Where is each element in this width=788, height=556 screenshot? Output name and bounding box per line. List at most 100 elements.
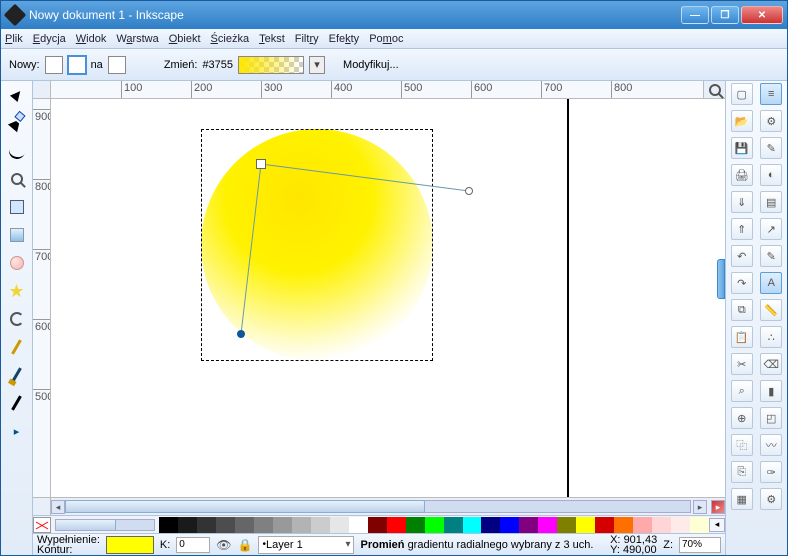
apply-fill-button[interactable] [108, 56, 126, 74]
prefs-button[interactable]: ⚙ [760, 488, 782, 510]
gradient-focus-handle[interactable] [237, 330, 245, 338]
new-doc-button[interactable]: ▢ [731, 83, 753, 105]
connector-button[interactable]: ↗ [760, 218, 782, 240]
palette-swatch[interactable] [178, 517, 197, 533]
ellipse-tool[interactable] [5, 251, 29, 275]
opacity-input[interactable] [176, 537, 210, 553]
palette-swatch[interactable] [576, 517, 595, 533]
palette-swatch[interactable] [368, 517, 387, 533]
redo-button[interactable]: ↷ [731, 272, 753, 294]
palette-swatch[interactable] [254, 517, 273, 533]
group-button[interactable]: ▦ [731, 488, 753, 510]
copy-button[interactable]: ⧉ [731, 299, 753, 321]
canvas[interactable] [51, 99, 725, 497]
save-button[interactable]: 💾 [731, 137, 753, 159]
find-button[interactable]: ⌕ [731, 380, 753, 402]
fill-swatch[interactable] [106, 536, 154, 554]
duplicate-button[interactable]: ⿻ [731, 434, 753, 456]
menu-text[interactable]: Tekst [259, 33, 285, 45]
dropper-button[interactable]: ✎ [760, 245, 782, 267]
menu-effects[interactable]: Efekty [329, 33, 360, 45]
menu-filters[interactable]: Filtry [295, 33, 319, 45]
palette-swatch[interactable] [330, 517, 349, 533]
menu-file[interactable]: Plik [5, 33, 23, 45]
export-button[interactable]: ⇑ [731, 218, 753, 240]
visibility-icon[interactable]: 👁 [216, 538, 231, 552]
clone-button[interactable]: ⎘ [731, 461, 753, 483]
xml-editor-button[interactable]: ≡ [760, 83, 782, 105]
palette-swatch[interactable] [481, 517, 500, 533]
rect-tool[interactable] [5, 195, 29, 219]
palette-swatch[interactable] [633, 517, 652, 533]
print-button[interactable]: 🖨 [731, 164, 753, 186]
menu-object[interactable]: Obiekt [169, 33, 201, 45]
node-edit-button[interactable]: ✎ [760, 137, 782, 159]
palette-swatch[interactable] [387, 517, 406, 533]
import-button[interactable]: ⇓ [731, 191, 753, 213]
gradient-preview[interactable] [238, 56, 304, 74]
gradient-radius-handle[interactable] [465, 187, 473, 195]
palette-swatch[interactable] [425, 517, 444, 533]
zoom-icon-corner[interactable] [703, 81, 725, 99]
scroll-thumb[interactable] [65, 500, 425, 513]
radial-gradient-button[interactable] [68, 56, 86, 74]
zoom-tool[interactable] [5, 167, 29, 191]
palette-swatch[interactable] [406, 517, 425, 533]
gradient-sel-button[interactable]: ▤ [760, 191, 782, 213]
gradient-center-handle[interactable] [256, 159, 266, 169]
calligraphy-tool[interactable] [5, 391, 29, 415]
spray-button[interactable]: ∴ [760, 326, 782, 348]
node-tool[interactable] [5, 111, 29, 135]
palette-swatch[interactable] [538, 517, 557, 533]
palette-swatch[interactable] [349, 517, 368, 533]
spiral-tool[interactable] [5, 307, 29, 331]
tweak-tool[interactable] [5, 139, 29, 163]
palette-scrollbar[interactable] [55, 519, 155, 531]
palette-swatch[interactable] [197, 517, 216, 533]
layer-selector[interactable]: • Layer 1 [258, 536, 354, 554]
hruler[interactable]: 100 200 300 400 500 600 700 800 [51, 81, 703, 99]
palette-swatch[interactable] [595, 517, 614, 533]
palette-swatch[interactable] [216, 517, 235, 533]
menu-layer[interactable]: Warstwa [116, 33, 158, 45]
palette-swatch[interactable] [311, 517, 330, 533]
quick-colors-button[interactable]: ▸ [711, 500, 725, 514]
palette-swatch[interactable] [500, 517, 519, 533]
side-tab[interactable] [717, 259, 725, 299]
menu-edit[interactable]: Edycja [33, 33, 66, 45]
palette-swatch[interactable] [519, 517, 538, 533]
palette-swatch[interactable] [671, 517, 690, 533]
open-button[interactable]: 📂 [731, 110, 753, 132]
paste-button[interactable]: 📋 [731, 326, 753, 348]
palette-swatch[interactable] [652, 517, 671, 533]
3dbox-tool[interactable] [5, 223, 29, 247]
more-tools-button[interactable]: ▸ [5, 419, 29, 443]
eraser-button[interactable]: ⌫ [760, 353, 782, 375]
menu-view[interactable]: Widok [76, 33, 107, 45]
text-tool-button[interactable]: A [760, 272, 782, 294]
palette-swatch[interactable] [235, 517, 254, 533]
palette-swatch[interactable] [463, 517, 482, 533]
zoom-button[interactable]: ⊕ [731, 407, 753, 429]
menu-path[interactable]: Ścieżka [211, 33, 250, 45]
palette-swatch[interactable] [690, 517, 709, 533]
cut-button[interactable]: ✂ [731, 353, 753, 375]
palette-swatch[interactable] [614, 517, 633, 533]
modify-button[interactable]: Modyfikuj... [343, 59, 399, 71]
lock-icon[interactable]: 🔒 [238, 538, 253, 552]
scroll-right-button[interactable]: ▸ [693, 500, 707, 514]
palette-swatch[interactable] [557, 517, 576, 533]
minimize-button[interactable]: — [681, 6, 709, 24]
maximize-button[interactable]: ❐ [711, 6, 739, 24]
menu-help[interactable]: Pomoc [369, 33, 403, 45]
close-button[interactable]: ✕ [741, 6, 783, 24]
palette-swatch[interactable] [292, 517, 311, 533]
palette-swatch[interactable] [273, 517, 292, 533]
freehand-tool[interactable] [5, 335, 29, 359]
bezier-tool[interactable] [5, 363, 29, 387]
hscrollbar[interactable]: ◂ ▸ ▸ [51, 498, 725, 515]
palette-menu-button[interactable]: ◂ [709, 518, 725, 532]
palette-thumb[interactable] [56, 520, 116, 530]
undo-button[interactable]: ↶ [731, 245, 753, 267]
vruler[interactable]: 900 800 700 600 500 [33, 99, 51, 497]
